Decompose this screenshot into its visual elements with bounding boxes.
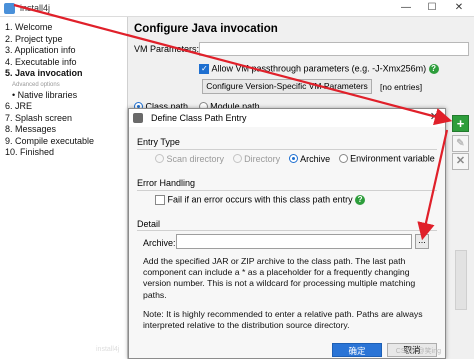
archive-radio[interactable] bbox=[288, 154, 298, 164]
step-compile-executable[interactable]: 9. Compile executable bbox=[0, 136, 127, 148]
allow-passthrough-label: Allow VM passthrough parameters (e.g. -J… bbox=[211, 63, 427, 74]
vm-parameters-input[interactable] bbox=[199, 42, 469, 56]
directory-label: Directory bbox=[244, 153, 281, 164]
divider bbox=[137, 190, 437, 191]
allow-passthrough-checkbox[interactable] bbox=[199, 63, 209, 74]
close-icon[interactable]: ✕ bbox=[430, 110, 439, 123]
relative-path-note: Note: It is highly recommended to enter … bbox=[143, 309, 423, 331]
divider bbox=[137, 230, 437, 231]
archive-field-label: Archive: bbox=[143, 238, 176, 248]
wizard-sidebar: 1. Welcome 2. Project type 3. Applicatio… bbox=[0, 17, 128, 359]
error-handling-heading: Error Handling bbox=[137, 178, 196, 188]
entry-type-row: Scan directory Directory Archive Environ… bbox=[155, 153, 435, 165]
window-title: install4j bbox=[20, 3, 51, 13]
allow-passthrough-row[interactable]: Allow VM passthrough parameters (e.g. -J… bbox=[199, 63, 439, 75]
directory-radio[interactable] bbox=[232, 154, 242, 164]
scan-directory-label: Scan directory bbox=[166, 153, 225, 164]
step-native-libraries[interactable]: • Native libraries bbox=[0, 90, 127, 102]
configure-vm-parameters-button[interactable]: Configure Version-Specific VM Parameters bbox=[202, 79, 372, 94]
maximize-button[interactable]: ☐ bbox=[420, 1, 444, 15]
archive-type-label: Archive bbox=[300, 153, 331, 164]
step-welcome[interactable]: 1. Welcome bbox=[0, 22, 127, 34]
archive-description: Add the specified JAR or ZIP archive to … bbox=[143, 256, 416, 300]
step-executable-info[interactable]: 4. Executable info bbox=[0, 57, 127, 69]
window-titlebar: install4j — ☐ ✕ bbox=[0, 0, 474, 17]
step-finished[interactable]: 10. Finished bbox=[0, 147, 127, 159]
add-icon[interactable]: + bbox=[452, 115, 469, 132]
archive-input[interactable] bbox=[176, 234, 412, 249]
watermark: CSDN @笑ing bbox=[395, 348, 441, 355]
step-splash-screen[interactable]: 7. Splash screen bbox=[0, 113, 127, 125]
step-java-invocation[interactable]: 5. Java invocation bbox=[0, 68, 127, 80]
vm-parameters-label: VM Parameters: bbox=[134, 44, 200, 54]
ok-button[interactable]: 确定 bbox=[332, 343, 382, 357]
dialog-titlebar: Define Class Path Entry ✕ bbox=[129, 109, 445, 127]
entries-status: [no entries] bbox=[380, 82, 423, 92]
delete-icon[interactable]: ✕ bbox=[452, 153, 469, 170]
minimize-button[interactable]: — bbox=[394, 1, 418, 15]
help-icon[interactable]: ? bbox=[355, 194, 366, 205]
divider bbox=[137, 149, 437, 150]
page-title: Configure Java invocation bbox=[134, 23, 278, 35]
advanced-options-label: Advanced options bbox=[12, 81, 60, 88]
fail-on-error-label: Fail if an error occurs with this class … bbox=[167, 194, 353, 205]
dialog-icon bbox=[133, 113, 143, 123]
list-scrollbar[interactable] bbox=[455, 250, 467, 310]
fail-on-error-checkbox[interactable] bbox=[155, 194, 165, 205]
fail-on-error-row[interactable]: Fail if an error occurs with this class … bbox=[155, 194, 366, 206]
sidebar-logo: install4j bbox=[96, 346, 120, 353]
app-icon bbox=[4, 3, 15, 14]
entry-type-heading: Entry Type bbox=[137, 137, 180, 147]
step-jre[interactable]: 6. JRE bbox=[0, 101, 127, 113]
environment-variable-label: Environment variable bbox=[350, 153, 435, 164]
scan-directory-radio[interactable] bbox=[155, 154, 164, 164]
step-messages[interactable]: 8. Messages bbox=[0, 124, 127, 136]
detail-heading: Detail bbox=[137, 219, 161, 229]
environment-variable-radio[interactable] bbox=[338, 154, 348, 164]
dialog-title: Define Class Path Entry bbox=[151, 113, 247, 123]
window-close-button[interactable]: ✕ bbox=[447, 1, 471, 15]
edit-icon[interactable]: ✎ bbox=[452, 135, 469, 152]
define-class-path-entry-dialog: Define Class Path Entry ✕ Entry Type Sca… bbox=[128, 108, 446, 359]
step-project-type[interactable]: 2. Project type bbox=[0, 34, 127, 46]
step-application-info[interactable]: 3. Application info bbox=[0, 45, 127, 57]
help-icon[interactable]: ? bbox=[428, 63, 439, 74]
browse-icon[interactable]: ... bbox=[415, 234, 429, 249]
